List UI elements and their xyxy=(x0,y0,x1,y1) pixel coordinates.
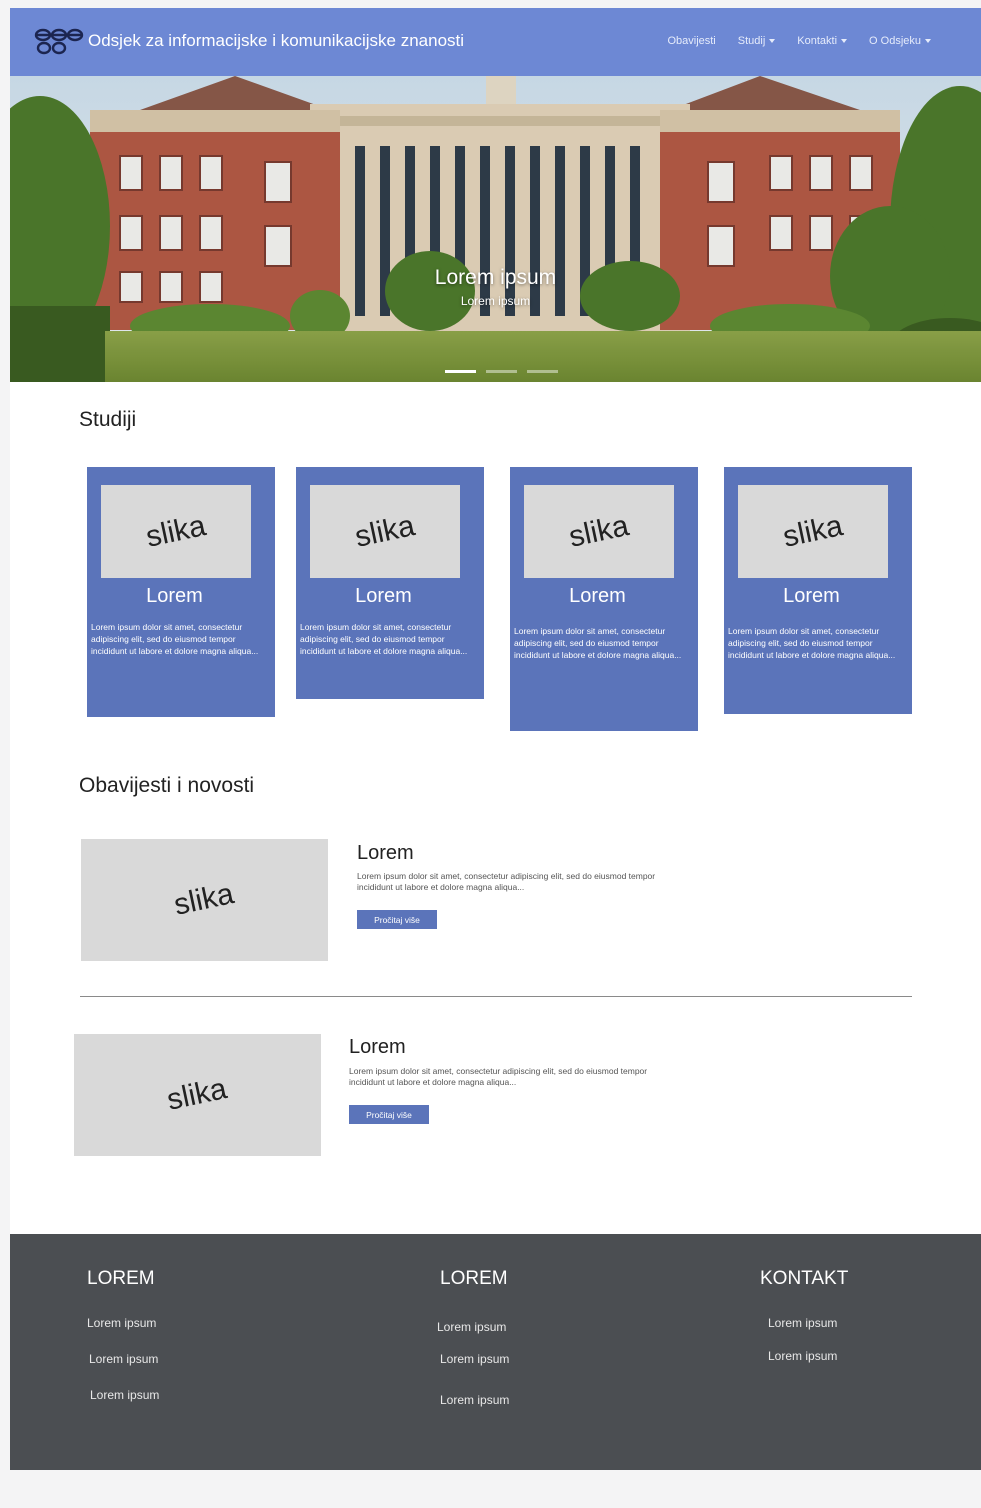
placeholder-label: slika xyxy=(164,1072,231,1117)
footer-link[interactable]: Lorem ipsum xyxy=(768,1316,837,1330)
footer-link[interactable]: Lorem ipsum xyxy=(768,1349,837,1363)
card-text: Lorem ipsum dolor sit amet, consectetur … xyxy=(91,622,259,656)
nav-kontakti-dropdown[interactable]: Kontakti xyxy=(797,35,848,47)
footer-link[interactable]: Lorem ipsum xyxy=(87,1316,156,1330)
hero-carousel[interactable]: Lorem ipsum Lorem ipsum xyxy=(10,76,981,382)
footer-heading: LOREM xyxy=(87,1268,155,1289)
carousel-dot-1[interactable] xyxy=(445,370,476,373)
footer-link[interactable]: Lorem ipsum xyxy=(437,1320,506,1334)
footer: LOREM Lorem ipsum Lorem ipsum Lorem ipsu… xyxy=(10,1234,981,1470)
study-card[interactable]: slika Lorem Lorem ipsum dolor sit amet, … xyxy=(87,467,275,717)
carousel-dot-3[interactable] xyxy=(527,370,558,373)
hero-title: Lorem ipsum xyxy=(434,266,557,289)
nav-label: Studij xyxy=(737,35,766,47)
placeholder-label: slika xyxy=(171,877,238,922)
nav-studij-dropdown[interactable]: Studij xyxy=(738,35,776,47)
nav-label: Kontakti xyxy=(797,35,838,47)
placeholder-label: slika xyxy=(352,508,418,554)
footer-link[interactable]: Lorem ipsum xyxy=(440,1393,509,1407)
news-image-placeholder[interactable]: slika xyxy=(74,1034,321,1156)
card-title: Lorem xyxy=(355,585,412,607)
nav-obavijesti[interactable]: Obavijesti xyxy=(667,35,715,47)
card-image-placeholder: slika xyxy=(738,485,888,578)
card-text: Lorem ipsum dolor sit amet, consectetur … xyxy=(728,626,896,660)
study-card[interactable]: slika Lorem Lorem ipsum dolor sit amet, … xyxy=(724,467,912,714)
placeholder-label: slika xyxy=(143,508,209,554)
carousel-indicators xyxy=(445,370,558,373)
read-more-button[interactable]: Pročitaj više xyxy=(349,1105,429,1124)
department-logo-icon[interactable] xyxy=(32,24,88,58)
caret-down-icon xyxy=(769,39,776,43)
nav-o-odsjeku-dropdown[interactable]: O Odsjeku xyxy=(869,35,931,47)
nav-label: Obavijesti xyxy=(667,35,716,47)
studies-heading: Studiji xyxy=(79,408,137,431)
footer-link[interactable]: Lorem ipsum xyxy=(440,1352,509,1366)
card-title: Lorem xyxy=(569,585,626,607)
footer-link[interactable]: Lorem ipsum xyxy=(89,1352,158,1366)
card-text: Lorem ipsum dolor sit amet, consectetur … xyxy=(300,622,468,656)
news-excerpt: Lorem ipsum dolor sit amet, consectetur … xyxy=(357,871,656,892)
news-title[interactable]: Lorem xyxy=(349,1036,406,1059)
card-title: Lorem xyxy=(146,585,203,607)
hero-building-image xyxy=(10,76,981,382)
card-title: Lorem xyxy=(783,585,840,607)
hero-subtitle: Lorem ipsum xyxy=(460,294,531,308)
news-heading: Obavijesti i novosti xyxy=(79,774,255,797)
card-text: Lorem ipsum dolor sit amet, consectetur … xyxy=(514,626,682,660)
page: Odsjek za informacijske i komunikacijske… xyxy=(10,8,981,1470)
main-nav: Obavijesti Studij Kontakti O Odsjeku xyxy=(667,35,931,47)
nav-label: O Odsjeku xyxy=(869,35,921,47)
card-image-placeholder: slika xyxy=(524,485,674,578)
read-more-button[interactable]: Pročitaj više xyxy=(357,910,437,929)
news-excerpt: Lorem ipsum dolor sit amet, consectetur … xyxy=(349,1066,648,1087)
study-card[interactable]: slika Lorem Lorem ipsum dolor sit amet, … xyxy=(296,467,484,699)
site-title[interactable]: Odsjek za informacijske i komunikacijske… xyxy=(88,31,464,51)
placeholder-label: slika xyxy=(566,508,632,554)
study-card[interactable]: slika Lorem Lorem ipsum dolor sit amet, … xyxy=(510,467,698,731)
placeholder-label: slika xyxy=(780,508,846,554)
card-image-placeholder: slika xyxy=(310,485,460,578)
carousel-dot-2[interactable] xyxy=(486,370,517,373)
caret-down-icon xyxy=(925,39,931,43)
footer-heading: LOREM xyxy=(440,1268,508,1289)
footer-link[interactable]: Lorem ipsum xyxy=(90,1388,159,1402)
footer-heading: KONTAKT xyxy=(760,1268,849,1289)
news-title[interactable]: Lorem xyxy=(357,842,414,865)
news-divider xyxy=(80,996,912,997)
card-image-placeholder: slika xyxy=(101,485,251,578)
navbar: Odsjek za informacijske i komunikacijske… xyxy=(10,8,981,76)
caret-down-icon xyxy=(841,39,848,43)
news-image-placeholder[interactable]: slika xyxy=(81,839,328,961)
